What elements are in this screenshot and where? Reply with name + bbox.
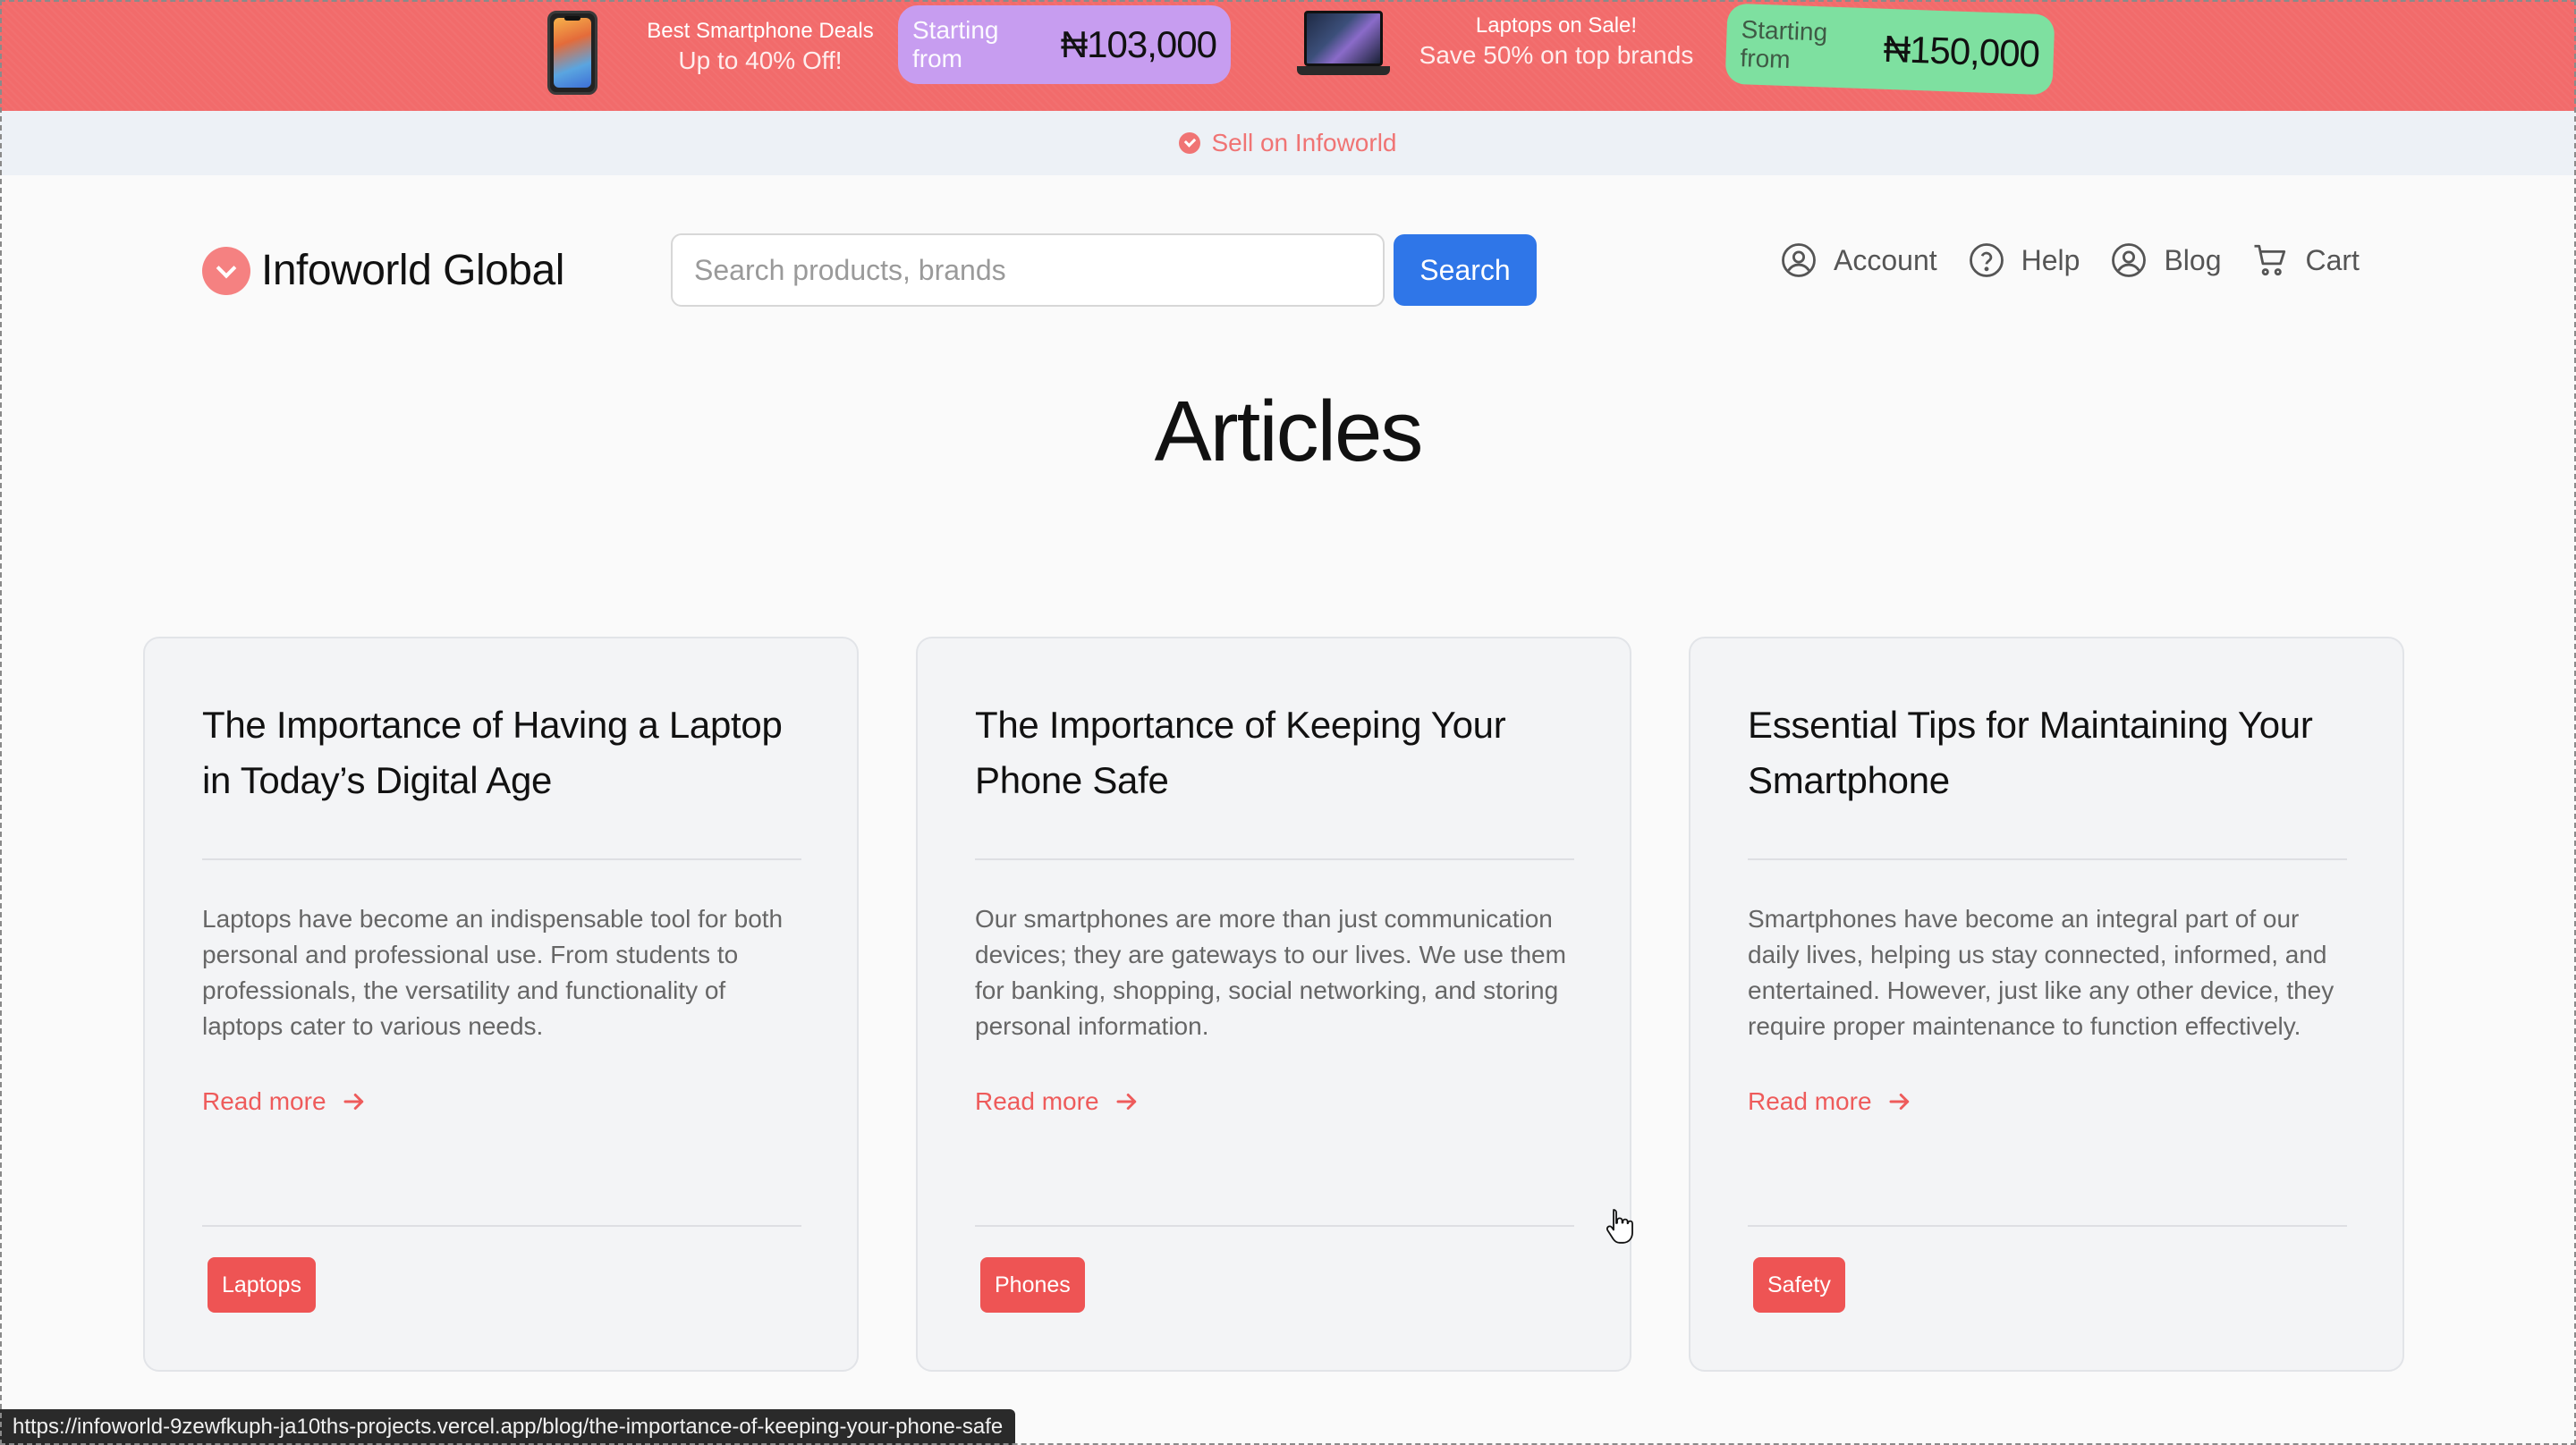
sell-bar: Sell on Infoworld [0, 111, 2576, 175]
category-tag[interactable]: Phones [980, 1257, 1085, 1313]
article-title[interactable]: Essential Tips for Maintaining Your Smar… [1748, 697, 2365, 808]
smartphone-price-pill[interactable]: Starting from ₦103,000 [898, 5, 1231, 84]
divider [1748, 858, 2347, 860]
laptop-image [1297, 11, 1390, 80]
smartphone-deal-text: Best Smartphone Deals Up to 40% Off! [644, 18, 877, 77]
nav-help-label: Help [2021, 243, 2080, 276]
nav-account-label: Account [1834, 243, 1937, 276]
article-excerpt: Laptops have become an indispensable too… [202, 905, 784, 1040]
article-excerpt: Our smartphones are more than just commu… [975, 905, 1566, 1040]
sell-on-infoworld-link[interactable]: Sell on Infoworld [1211, 129, 1396, 157]
arrow-right-icon [343, 1094, 363, 1110]
article-excerpt: Smartphones have become an integral part… [1748, 905, 2334, 1040]
price-label: Starting from [1740, 15, 1828, 74]
nav-blog[interactable]: Blog [2110, 241, 2221, 279]
header-nav: Account Help Blog Cart [1780, 241, 2360, 279]
article-title[interactable]: The Importance of Keeping Your Phone Saf… [975, 697, 1592, 808]
status-bar-url: https://infoworld-9zewfkuph-ja10ths-proj… [0, 1409, 1016, 1445]
read-more-label: Read more [202, 1087, 326, 1115]
nav-account[interactable]: Account [1780, 241, 1937, 279]
arrow-right-icon [1116, 1094, 1136, 1110]
nav-cart[interactable]: Cart [2251, 241, 2360, 279]
divider [975, 858, 1574, 860]
divider [202, 858, 801, 860]
divider [1748, 1225, 2347, 1227]
laptop-price-pill[interactable]: Starting from ₦150,000 [1724, 3, 2055, 96]
logo-chevron-icon [202, 246, 250, 295]
read-more-link[interactable]: Read more [975, 1087, 1140, 1116]
search-input[interactable] [671, 233, 1385, 307]
logo-name: Infoworld Global [261, 247, 564, 294]
page-title: Articles [1154, 384, 1424, 479]
user-circle-icon [2112, 243, 2147, 277]
read-more-link[interactable]: Read more [1748, 1087, 1913, 1116]
laptop-deal-text: Laptops on Sale! Save 50% on top brands [1413, 13, 1699, 72]
category-tag[interactable]: Safety [1753, 1257, 1845, 1313]
article-title[interactable]: The Importance of Having a Laptop in Tod… [202, 697, 819, 808]
cart-icon [2254, 244, 2286, 276]
help-circle-icon [1969, 243, 2004, 277]
laptop-deal-subtitle: Save 50% on top brands [1419, 41, 1694, 69]
arrow-right-icon [1889, 1094, 1909, 1110]
site-logo[interactable]: Infoworld Global [202, 246, 564, 295]
price-label: Starting from [912, 16, 999, 72]
hand-cursor-icon [1606, 1209, 1633, 1244]
check-circle-icon [1179, 132, 1201, 154]
article-card[interactable]: The Importance of Keeping Your Phone Saf… [916, 637, 1631, 1372]
user-circle-icon [1782, 243, 1816, 277]
read-more-link[interactable]: Read more [202, 1087, 368, 1116]
article-card[interactable]: The Importance of Having a Laptop in Tod… [143, 637, 859, 1372]
promo-banner: Best Smartphone Deals Up to 40% Off! Sta… [0, 0, 2576, 111]
divider [202, 1225, 801, 1227]
smartphone-deal-title: Best Smartphone Deals [647, 19, 874, 43]
divider [975, 1225, 1574, 1227]
read-more-label: Read more [1748, 1087, 1872, 1115]
smartphone-image [547, 11, 597, 95]
nav-blog-label: Blog [2164, 243, 2222, 276]
article-card[interactable]: Essential Tips for Maintaining Your Smar… [1689, 637, 2404, 1372]
nav-help[interactable]: Help [1968, 241, 2080, 279]
nav-cart-label: Cart [2305, 243, 2360, 276]
search-button[interactable]: Search [1394, 234, 1537, 306]
read-more-label: Read more [975, 1087, 1099, 1115]
category-tag[interactable]: Laptops [208, 1257, 316, 1313]
smartphone-deal-subtitle: Up to 40% Off! [678, 46, 843, 74]
laptop-deal-title: Laptops on Sale! [1475, 13, 1638, 38]
price-amount: ₦150,000 [1883, 27, 2040, 75]
price-amount: ₦103,000 [1060, 23, 1217, 65]
